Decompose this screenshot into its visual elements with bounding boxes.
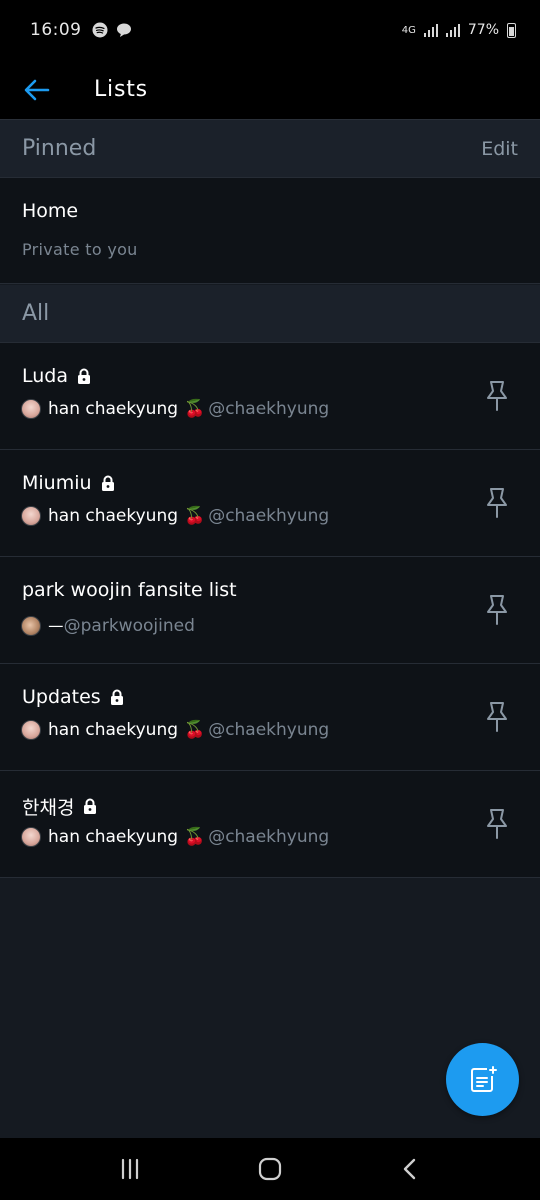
spotify-icon — [92, 22, 107, 38]
owner-handle: @chaekhyung — [208, 506, 330, 526]
avatar — [21, 827, 41, 847]
owner-emoji: 🍒 — [184, 399, 206, 419]
system-nav-bar — [0, 1138, 540, 1200]
lock-icon — [84, 798, 97, 814]
signal-icon — [423, 23, 438, 37]
back-button[interactable] — [22, 75, 52, 105]
lock-icon — [101, 475, 114, 491]
home-button[interactable] — [250, 1149, 290, 1189]
pin-button[interactable] — [484, 379, 510, 413]
list-item[interactable]: Luda han chaekyung 🍒 @chaekhyung — [0, 343, 540, 450]
page-title: Lists — [94, 77, 148, 102]
list-item[interactable]: Updates han chaekyung 🍒 @chaekhyung — [0, 664, 540, 771]
avatar — [21, 720, 41, 740]
list-title: 한채경 — [22, 793, 98, 820]
list-name: Miumiu — [22, 472, 92, 494]
pinned-section-title: Pinned — [22, 136, 97, 161]
list-owner: han chaekyung 🍒 @chaekhyung — [21, 827, 329, 847]
list-name: Luda — [22, 365, 68, 387]
owner-name: han chaekyung — [48, 399, 179, 419]
pin-icon — [487, 381, 507, 411]
pin-button[interactable] — [484, 486, 510, 520]
list-item[interactable]: Miumiu han chaekyung 🍒 @chaekhyung — [0, 450, 540, 557]
all-section-title: All — [22, 301, 50, 326]
list-owner: han chaekyung 🍒 @chaekhyung — [21, 399, 329, 419]
list-name: Updates — [22, 686, 101, 708]
owner-emoji: 🍒 — [184, 827, 206, 847]
pin-icon — [487, 488, 507, 518]
home-icon — [258, 1157, 282, 1181]
chevron-left-icon — [403, 1158, 416, 1180]
owner-handle: @chaekhyung — [208, 399, 330, 419]
status-right: 4G 77% — [402, 22, 516, 38]
pinned-list-home[interactable]: Home Private to you — [0, 178, 540, 284]
status-notification-icons — [92, 22, 132, 38]
pin-icon — [487, 595, 507, 625]
list-title: Updates — [22, 686, 125, 708]
lock-icon — [78, 368, 90, 384]
battery-icon — [507, 22, 516, 38]
pinned-section-header: Pinned Edit — [0, 120, 540, 178]
list-item[interactable]: park woojin fansite list ㅡ @parkwoojined — [0, 557, 540, 664]
owner-name: han chaekyung — [48, 827, 179, 847]
pin-icon — [487, 702, 507, 732]
list-title: park woojin fansite list — [22, 579, 237, 601]
all-section-header: All — [0, 285, 540, 343]
lock-icon — [110, 689, 123, 705]
list-owner: han chaekyung 🍒 @chaekhyung — [21, 720, 329, 740]
list-name: 한채경 — [22, 797, 75, 819]
list-owner: ㅡ @parkwoojined — [21, 613, 195, 638]
arrow-left-icon — [24, 79, 50, 100]
edit-button[interactable]: Edit — [481, 138, 518, 160]
list-owner: han chaekyung 🍒 @chaekhyung — [21, 506, 329, 526]
new-list-button[interactable] — [446, 1043, 519, 1116]
recent-apps-button[interactable] — [110, 1149, 150, 1189]
owner-handle: @chaekhyung — [208, 720, 330, 740]
signal-icon-2 — [445, 23, 460, 37]
list-title: Miumiu — [22, 472, 116, 494]
status-bar: 16:09 4G 77% — [0, 0, 540, 60]
avatar — [21, 506, 41, 526]
network-label: 4G — [401, 24, 416, 36]
battery-percent: 77% — [467, 22, 499, 38]
owner-emoji: 🍒 — [184, 720, 206, 740]
owner-emoji: 🍒 — [184, 506, 206, 526]
chat-bubble-icon — [116, 23, 131, 37]
pinned-list-subtitle: Private to you — [22, 240, 138, 259]
owner-name: ㅡ — [48, 618, 64, 638]
owner-name: han chaekyung — [48, 506, 179, 526]
owner-handle: @parkwoojined — [63, 615, 195, 636]
pin-button[interactable] — [484, 700, 510, 734]
pinned-list-name: Home — [22, 200, 79, 222]
pin-button[interactable] — [484, 593, 510, 627]
list-name: park woojin fansite list — [22, 579, 237, 601]
app-header: Lists — [0, 60, 540, 120]
avatar — [21, 615, 41, 636]
recent-apps-icon — [121, 1158, 139, 1180]
owner-name: han chaekyung — [48, 720, 179, 740]
pin-icon — [487, 809, 507, 839]
list-item[interactable]: 한채경 han chaekyung 🍒 @chaekhyung — [0, 771, 540, 878]
avatar — [21, 399, 41, 419]
new-list-icon — [470, 1065, 497, 1092]
back-nav-button[interactable] — [390, 1149, 430, 1189]
owner-handle: @chaekhyung — [208, 827, 330, 847]
status-time: 16:09 — [30, 20, 82, 40]
pin-button[interactable] — [484, 807, 510, 841]
list-title: Luda — [22, 365, 92, 387]
